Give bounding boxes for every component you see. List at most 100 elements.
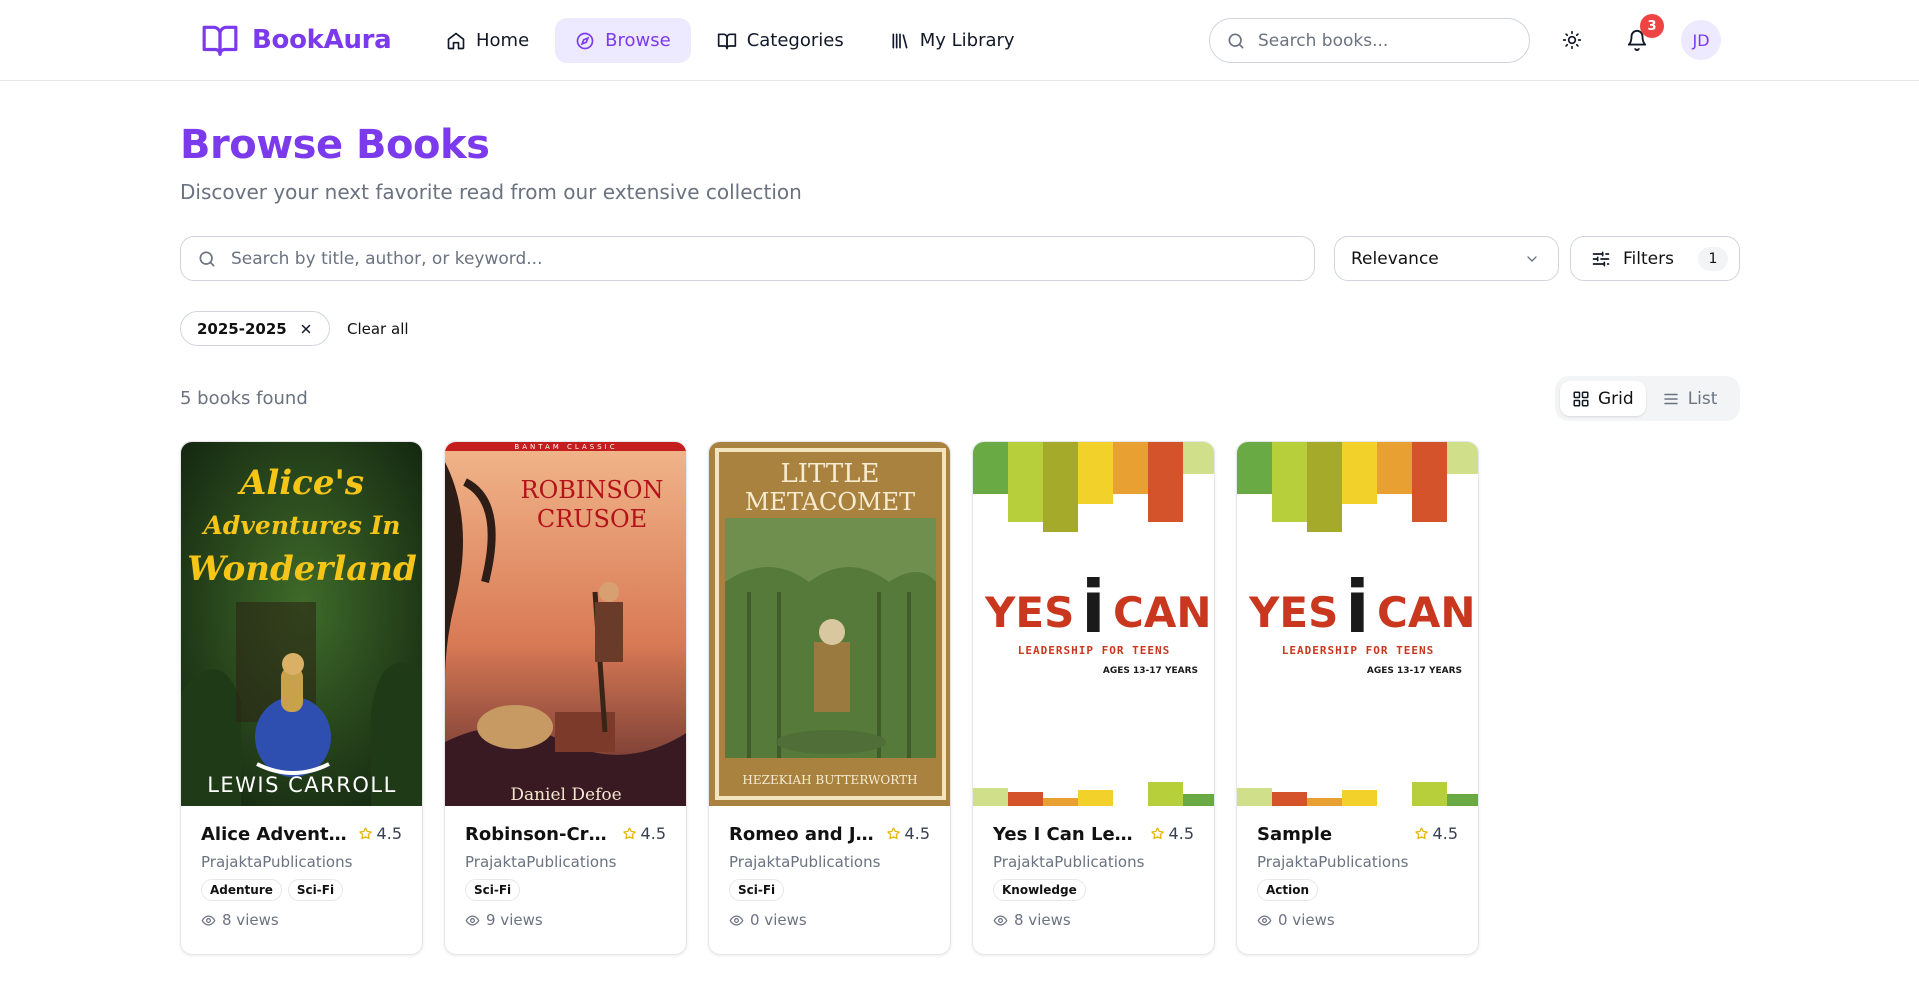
cover-title-line: Adventures In	[202, 511, 401, 540]
book-tag: Adenture	[201, 879, 282, 901]
book-tag: Knowledge	[993, 879, 1086, 901]
rating-value: 4.5	[1432, 824, 1458, 843]
cover-banner: BANTAM CLASSIC	[514, 443, 617, 451]
list-icon	[1663, 393, 1678, 404]
compass-icon	[576, 32, 594, 49]
page-title: Browse Books	[180, 122, 490, 168]
rating-value: 4.5	[1168, 824, 1194, 843]
book-card[interactable]: Alice's Adventures In Wonderland LEWIS C…	[180, 441, 423, 955]
book-card[interactable]: YES i CAN LEADERSHIP FOR TEENS AGES 13-1…	[1236, 441, 1479, 955]
view-toggle: Grid List	[1555, 376, 1740, 421]
nav-my-library[interactable]: My Library	[870, 18, 1035, 63]
book-rating: 4.5	[886, 824, 930, 843]
grid-icon	[1573, 391, 1589, 406]
sort-select-value: Relevance	[1351, 248, 1439, 269]
cover-subtitle: LEADERSHIP FOR TEENS	[1282, 644, 1434, 657]
eye-icon	[465, 914, 480, 926]
book-title[interactable]: Yes I Can Leadership	[993, 824, 1143, 845]
nav-browse[interactable]: Browse	[555, 18, 691, 63]
cover-title-word: i	[1345, 565, 1370, 649]
book-card-body: Romeo and Juliet 4.5 PrajaktaPublication…	[709, 806, 950, 947]
book-open-logo-icon	[202, 25, 238, 56]
cover-title-word: YES	[1248, 588, 1338, 637]
book-card-body: Alice Adventures In Wonderland 4.5 Praja…	[181, 806, 422, 947]
grid-view-button[interactable]: Grid	[1560, 381, 1646, 416]
book-rating: 4.5	[1414, 824, 1458, 843]
eye-icon	[201, 914, 216, 926]
cover-title-line: CRUSOE	[537, 505, 647, 533]
book-card-body: Sample 4.5 PrajaktaPublications Action 0…	[1237, 806, 1478, 947]
book-rating: 4.5	[1150, 824, 1194, 843]
cover-subtitle: AGES 13-17 YEARS	[1367, 666, 1462, 676]
nav-browse-label: Browse	[605, 30, 671, 51]
brand-name: BookAura	[252, 25, 392, 55]
book-views: 0 views	[729, 911, 930, 929]
book-views: 8 views	[201, 911, 402, 929]
views-count: 0 views	[1278, 911, 1335, 929]
book-publisher: PrajaktaPublications	[993, 853, 1145, 871]
book-publisher: PrajaktaPublications	[1257, 853, 1409, 871]
book-cover[interactable]: Alice's Adventures In Wonderland LEWIS C…	[181, 442, 422, 806]
book-rating: 4.5	[358, 824, 402, 843]
book-card[interactable]: YES i CAN LEADERSHIP FOR TEENS AGES 13-1…	[972, 441, 1215, 955]
nav-my-library-label: My Library	[919, 30, 1015, 51]
book-search	[180, 236, 1315, 281]
rating-value: 4.5	[376, 824, 402, 843]
book-cover[interactable]: LITTLE METACOMET HEZEKIAH BUTTERWORTH	[709, 442, 950, 806]
cover-author: HEZEKIAH BUTTERWORTH	[742, 773, 917, 787]
book-title[interactable]: Alice Adventures In Wonderland	[201, 824, 351, 845]
header-search	[1209, 18, 1530, 63]
eye-icon	[993, 914, 1008, 926]
cover-subtitle: AGES 13-17 YEARS	[1103, 666, 1198, 676]
rating-value: 4.5	[640, 824, 666, 843]
nav-categories[interactable]: Categories	[697, 18, 864, 63]
nav-home[interactable]: Home	[426, 18, 549, 63]
book-tags: Sci-Fi	[465, 879, 666, 901]
book-card[interactable]: BANTAM CLASSIC ROBINSON CRUSOE Daniel De…	[444, 441, 687, 955]
star-icon	[886, 827, 900, 840]
book-cover[interactable]: YES i CAN LEADERSHIP FOR TEENS AGES 13-1…	[973, 442, 1214, 806]
chevron-down-icon	[1527, 255, 1537, 262]
book-cover[interactable]: BANTAM CLASSIC ROBINSON CRUSOE Daniel De…	[445, 442, 686, 806]
top-navbar: BookAura Home Browse Categories My Libra…	[0, 0, 1919, 81]
filters-label: Filters	[1623, 248, 1674, 269]
rating-value: 4.5	[904, 824, 930, 843]
views-count: 0 views	[750, 911, 807, 929]
search-icon	[199, 251, 215, 266]
header-search-input[interactable]	[1258, 30, 1498, 51]
book-cover[interactable]: YES i CAN LEADERSHIP FOR TEENS AGES 13-1…	[1237, 442, 1478, 806]
search-icon	[1228, 33, 1244, 49]
book-grid: Alice's Adventures In Wonderland LEWIS C…	[180, 441, 1479, 955]
theme-toggle-button[interactable]	[1555, 23, 1589, 57]
clear-all-filters-link[interactable]: Clear all	[347, 320, 409, 338]
cover-author: Daniel Defoe	[510, 785, 621, 805]
brand-logo[interactable]: BookAura	[200, 20, 392, 60]
sort-select[interactable]: Relevance	[1334, 236, 1559, 281]
page-subtitle: Discover your next favorite read from ou…	[180, 180, 802, 204]
list-view-button[interactable]: List	[1650, 381, 1730, 416]
book-search-input[interactable]	[231, 248, 1231, 269]
close-icon[interactable]	[299, 322, 313, 336]
user-avatar[interactable]: JD	[1681, 20, 1721, 60]
book-card-body: Robinson-Crusoe 4.5 PrajaktaPublications…	[445, 806, 686, 947]
book-title[interactable]: Sample	[1257, 824, 1407, 845]
nav-categories-label: Categories	[746, 30, 844, 51]
book-title[interactable]: Romeo and Juliet	[729, 824, 879, 845]
eye-icon	[1257, 914, 1272, 926]
book-tag: Sci-Fi	[465, 879, 521, 901]
home-icon	[447, 32, 465, 49]
sun-icon	[1562, 30, 1582, 50]
cover-title-line: METACOMET	[745, 488, 915, 516]
cover-title-word: i	[1081, 565, 1106, 649]
sliders-icon	[1592, 251, 1610, 266]
book-publisher: PrajaktaPublications	[201, 853, 353, 871]
views-count: 8 views	[222, 911, 279, 929]
cover-title-word: CAN	[1377, 588, 1475, 637]
star-icon	[1414, 827, 1428, 840]
book-title[interactable]: Robinson-Crusoe	[465, 824, 615, 845]
book-card[interactable]: LITTLE METACOMET HEZEKIAH BUTTERWORTH Ro…	[708, 441, 951, 955]
cover-title-line: ROBINSON	[521, 476, 664, 504]
cover-subtitle: LEADERSHIP FOR TEENS	[1018, 644, 1170, 657]
cover-title-line: Alice's	[237, 463, 364, 503]
filters-button[interactable]: Filters 1	[1570, 236, 1740, 281]
